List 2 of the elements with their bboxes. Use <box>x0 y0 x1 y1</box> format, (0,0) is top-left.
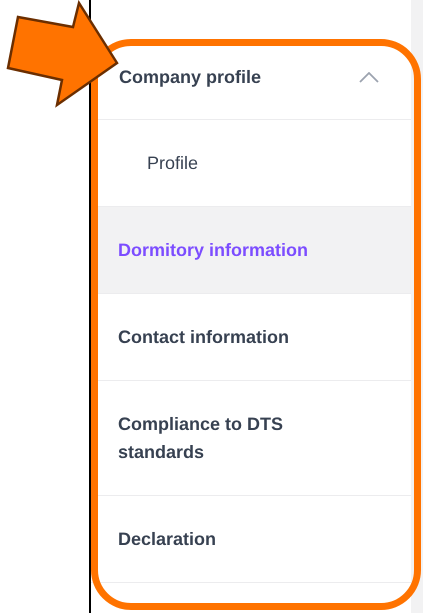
section-header[interactable]: Company profile <box>119 64 379 90</box>
chevron-up-icon <box>359 72 379 82</box>
